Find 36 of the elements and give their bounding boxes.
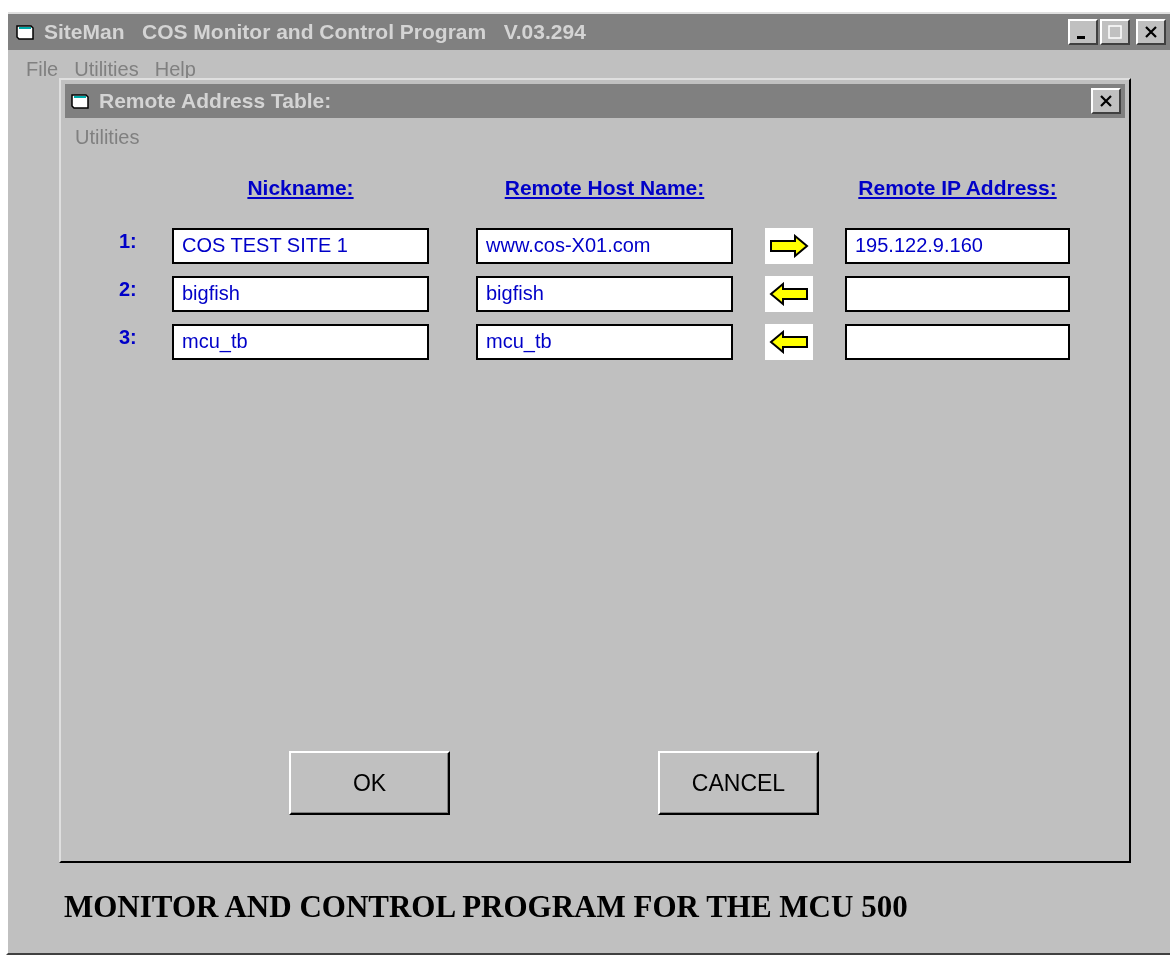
ip-address-field[interactable]: 195.122.9.160 [845,228,1070,264]
column-header: Nickname: [247,176,354,200]
column-header: Remote Host Name: [504,176,705,200]
close-button[interactable] [1136,19,1166,45]
minimize-button[interactable] [1068,19,1098,45]
maximize-icon [1108,25,1122,39]
dialog-title: Remote Address Table: [99,89,332,113]
right-arrow-button[interactable] [765,228,813,264]
host-name-field[interactable]: bigfish [476,276,733,312]
ok-button[interactable]: OK [289,751,450,815]
close-button[interactable] [1091,88,1121,114]
window-icon [16,24,34,40]
row-number: 2: [119,277,138,302]
close-icon [1144,25,1158,39]
left-arrow-icon [769,282,809,306]
minimize-icon [1077,35,1085,39]
nickname-field[interactable]: COS TEST SITE 1 [172,228,429,264]
ip-address-field[interactable] [845,324,1070,360]
nickname-field[interactable]: mcu_tb [172,324,429,360]
maximize-button[interactable] [1100,19,1130,45]
left-arrow-icon [769,330,809,354]
host-name-field[interactable]: mcu_tb [476,324,733,360]
ip-address-field[interactable] [845,276,1070,312]
column-header: Remote IP Address: [858,176,1057,200]
row-number: 3: [119,325,138,350]
right-arrow-icon [769,234,809,258]
row-number: 1: [119,229,138,254]
close-icon [1099,94,1113,108]
left-arrow-button[interactable] [765,276,813,312]
banner-text: MONITOR AND CONTROL PROGRAM FOR THE MCU 500 [63,889,909,926]
host-name-field[interactable]: www.cos-X01.com [476,228,733,264]
window-title: SiteMan COS Monitor and Control Program V.03.294 [44,20,586,44]
cancel-button[interactable]: CANCEL [658,751,819,815]
left-arrow-button[interactable] [765,324,813,360]
nickname-field[interactable]: bigfish [172,276,429,312]
window-icon [71,93,89,109]
